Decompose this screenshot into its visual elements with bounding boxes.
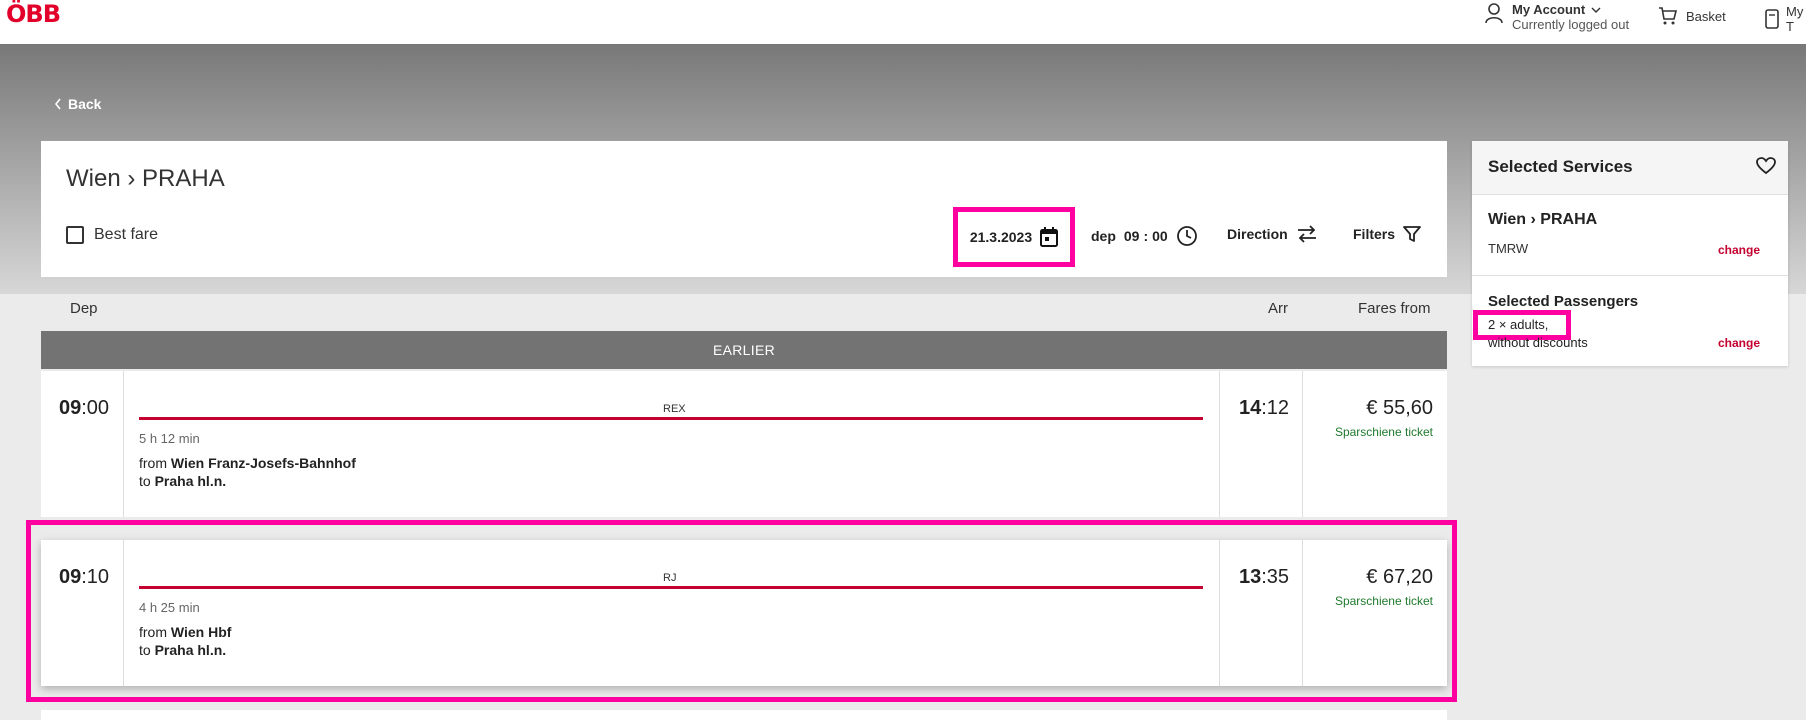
selected-passengers-title: Selected Passengers [1488, 293, 1639, 310]
direction-label: Direction [1227, 226, 1288, 242]
date-value: 21.3.2023 [969, 229, 1033, 245]
calendar-icon [1040, 227, 1059, 247]
basket-label: Basket [1686, 8, 1726, 24]
divider [1302, 371, 1303, 517]
from-station: from Wien Franz-Josefs-Bahnhof [139, 455, 356, 471]
user-icon [1484, 2, 1504, 24]
obb-logo[interactable]: ÖBB [6, 0, 61, 28]
search-panel: Wien › PRAHA Best fare 21.3.2023 dep 09 … [41, 141, 1447, 277]
funnel-icon [1403, 225, 1421, 243]
cart-icon [1658, 6, 1678, 26]
journey-line [139, 417, 1203, 420]
fare-price[interactable]: € 55,60 [1366, 397, 1433, 420]
divider [1472, 275, 1788, 276]
route-title: Wien › PRAHA [66, 165, 225, 192]
connection-row[interactable]: 09:00 REX 5 h 12 min from Wien Franz-Jos… [41, 371, 1447, 517]
duration: 5 h 12 min [139, 431, 200, 446]
passenger-discount: without discounts [1488, 335, 1588, 350]
dep-hour[interactable]: 09 [1124, 228, 1140, 244]
my-account-menu[interactable]: My Account Currently logged out [1484, 2, 1629, 32]
highlight-frame [26, 520, 1457, 702]
dep-minute[interactable]: 00 [1152, 228, 1168, 244]
dep-label: dep [1091, 228, 1116, 244]
account-label: My Account [1512, 2, 1586, 17]
chevron-down-icon [1591, 6, 1601, 14]
my-tickets-button[interactable]: My T [1764, 4, 1806, 34]
selected-date: TMRW [1488, 241, 1529, 256]
chevron-left-icon [54, 98, 62, 110]
clock-icon [1176, 225, 1198, 247]
selected-services-header: Selected Services [1472, 141, 1788, 195]
filters-label: Filters [1353, 226, 1396, 242]
best-fare-checkbox[interactable] [66, 226, 84, 244]
change-route-link[interactable]: change [1718, 243, 1760, 257]
heart-icon[interactable] [1756, 157, 1776, 175]
direction-button[interactable]: Direction [1227, 225, 1318, 243]
train-type: REX [663, 403, 686, 415]
back-label: Back [68, 96, 102, 112]
top-bar: ÖBB My Account Currently logged out Bask… [0, 0, 1806, 44]
my-tickets-label: My T [1786, 4, 1804, 34]
departure-time: 09:00 [59, 397, 110, 419]
change-passengers-link[interactable]: change [1718, 336, 1760, 350]
time-separator: : [1143, 228, 1149, 244]
selected-route: Wien › PRAHA [1488, 211, 1598, 228]
best-fare-label: Best fare [94, 226, 159, 243]
divider [1219, 371, 1220, 517]
filters-button[interactable]: Filters [1353, 225, 1421, 243]
back-link[interactable]: Back [54, 96, 101, 112]
earlier-button[interactable]: EARLIER [41, 331, 1447, 369]
column-header-dep: Dep [70, 300, 98, 317]
basket-button[interactable]: Basket [1658, 6, 1726, 26]
departure-time-picker[interactable]: dep 09 : 00 [1091, 225, 1198, 247]
to-station: to Praha hl.n. [139, 473, 227, 489]
selected-services-title: Selected Services [1488, 157, 1633, 176]
swap-arrows-icon [1296, 225, 1318, 243]
selected-services-panel: Selected Services Wien › PRAHA TMRW chan… [1472, 141, 1788, 366]
date-picker[interactable]: 21.3.2023 [953, 207, 1075, 267]
column-header-fares: Fares from [1358, 300, 1431, 317]
divider [123, 371, 124, 517]
fare-type: Sparschiene ticket [1334, 425, 1433, 439]
arrival-time: 14:12 [1239, 397, 1290, 419]
account-status: Currently logged out [1512, 17, 1630, 32]
ticket-icon [1764, 8, 1780, 30]
column-header-arr: Arr [1268, 300, 1288, 317]
connection-row[interactable] [41, 710, 1447, 720]
best-fare-toggle[interactable]: Best fare [66, 226, 158, 244]
